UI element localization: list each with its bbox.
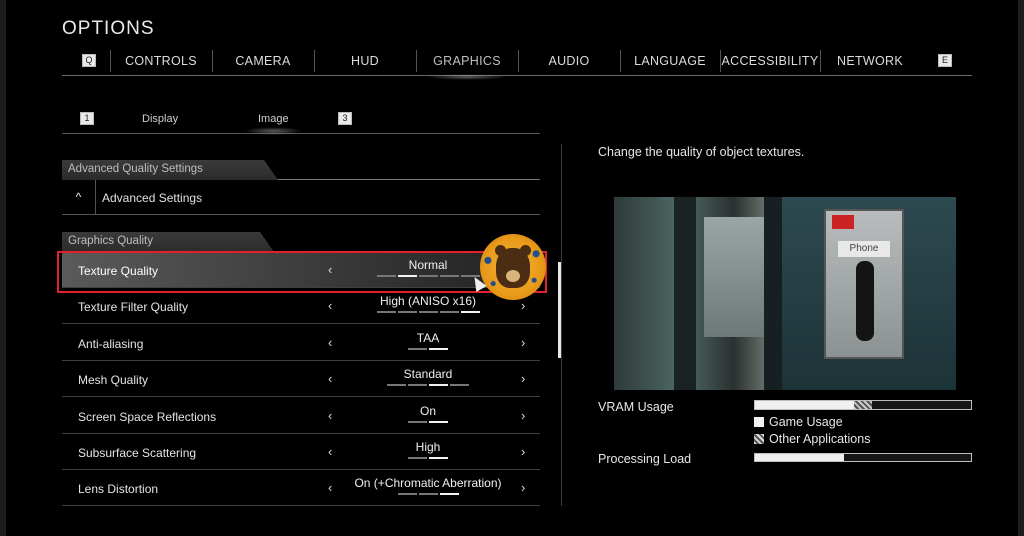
level-segment	[418, 311, 438, 314]
level-segment	[429, 420, 448, 423]
advanced-quality-section-header: Advanced Quality Settings	[62, 160, 540, 180]
right-frame-edge	[1018, 0, 1024, 536]
tab-hud[interactable]: HUD	[314, 50, 416, 72]
chevron-right-icon[interactable]: ›	[521, 408, 525, 423]
chevron-right-icon[interactable]: ›	[521, 298, 525, 313]
hatched-swatch-icon	[754, 434, 764, 444]
setting-label: Lens Distortion	[78, 482, 159, 497]
chevron-right-icon[interactable]: ›	[521, 444, 525, 459]
preview-payphone: Phone	[824, 209, 904, 359]
level-segment	[418, 493, 438, 496]
next-subtab-key[interactable]: 3	[338, 112, 352, 125]
level-segment	[397, 311, 417, 314]
processing-fill	[755, 454, 844, 461]
level-segment	[429, 457, 448, 459]
setting-label: Anti-aliasing	[78, 336, 144, 351]
setting-value: On	[419, 403, 436, 418]
page-title: OPTIONS	[62, 18, 155, 39]
level-indicator	[397, 493, 459, 496]
advanced-settings-label: Advanced Settings	[102, 191, 203, 205]
section-title: Graphics Quality	[62, 232, 274, 252]
vram-usage-meter	[754, 400, 972, 410]
chevron-right-icon[interactable]: ›	[521, 335, 525, 350]
level-segment	[408, 347, 427, 350]
level-segment	[376, 311, 396, 314]
tab-controls[interactable]: CONTROLS	[110, 50, 212, 72]
legend-label: Game Usage	[769, 415, 843, 429]
preview-frame-post	[674, 197, 696, 390]
preview-phone-sign: Phone	[838, 241, 890, 257]
tab-network[interactable]: NETWORK	[820, 50, 920, 72]
processing-load-label: Processing Load	[598, 452, 692, 466]
setting-value: Standard	[403, 367, 453, 382]
graphics-quality-section-header: Graphics Quality	[62, 232, 540, 252]
legend-other-applications: Other Applications	[754, 432, 870, 446]
level-segment	[408, 384, 427, 387]
setting-description: Change the quality of object textures.	[598, 145, 805, 159]
setting-label: Subsurface Scattering	[78, 446, 197, 460]
setting-value: On (+Chromatic Aberration)	[354, 476, 502, 491]
legend-game-usage: Game Usage	[754, 415, 843, 429]
level-indicator	[408, 457, 448, 459]
level-segment	[429, 384, 448, 387]
texture-preview-image: Phone	[614, 197, 956, 390]
level-segment	[408, 457, 427, 459]
tab-audio[interactable]: AUDIO	[518, 50, 620, 72]
setting-label: Screen Space Reflections	[78, 409, 217, 424]
tab-accessibility[interactable]: ACCESSIBILITY	[720, 50, 820, 72]
bear-head	[496, 248, 530, 288]
next-tab-key[interactable]: E	[938, 54, 952, 67]
preview-receiver	[856, 261, 874, 341]
level-indicator	[408, 347, 448, 350]
level-indicator	[408, 420, 448, 423]
advanced-settings-row[interactable]: ^ Advanced Settings	[62, 180, 540, 215]
preview-red-sign	[832, 215, 854, 229]
subtab-image[interactable]: Image	[244, 113, 302, 135]
setting-value: TAA	[416, 330, 440, 345]
sub-tab-bar: 1 Display Image 3	[62, 108, 540, 135]
setting-value: High	[415, 440, 441, 454]
section-title: Advanced Quality Settings	[62, 160, 278, 180]
panel-divider	[561, 144, 562, 506]
level-segment	[450, 384, 469, 387]
level-segment	[397, 493, 417, 496]
setting-label: Mesh Quality	[78, 373, 149, 388]
setting-row[interactable]: Screen Space Reflections ‹ On ›	[62, 398, 540, 434]
main-tab-bar: Q CONTROLS CAMERA HUD GRAPHICS AUDIO LAN…	[62, 46, 972, 80]
preview-frame-post	[764, 197, 782, 390]
prev-tab-key[interactable]: Q	[82, 54, 96, 67]
setting-row[interactable]: Lens Distortion ‹ On (+Chromatic Aberratio…	[62, 470, 540, 507]
setting-row[interactable]: Mesh Quality ‹ Standard ›	[62, 361, 540, 398]
setting-label: Texture Filter Quality	[78, 300, 189, 315]
level-segment	[460, 311, 480, 314]
tab-language[interactable]: LANGUAGE	[620, 50, 720, 72]
setting-row[interactable]: Anti-aliasing ‹ TAA ›	[62, 325, 540, 361]
level-segment	[439, 493, 459, 496]
setting-row[interactable]: Texture Filter Quality ‹ High (ANISO x16) ›	[62, 288, 540, 325]
subtab-display[interactable]: Display	[142, 113, 178, 125]
vram-game-fill	[755, 401, 855, 409]
bear-logo-badge	[480, 234, 546, 300]
level-segment	[429, 347, 448, 350]
level-indicator	[387, 384, 469, 387]
level-segment	[408, 420, 427, 423]
legend-label: Other Applications	[769, 432, 871, 446]
solid-swatch-icon	[754, 417, 764, 427]
level-segment	[387, 384, 406, 387]
chevron-up-icon[interactable]: ^	[62, 180, 96, 215]
chevron-right-icon[interactable]: ›	[521, 480, 525, 495]
left-frame-edge	[0, 0, 6, 536]
bear-snout	[506, 270, 520, 282]
tab-camera[interactable]: CAMERA	[212, 50, 314, 72]
setting-row[interactable]: Subsurface Scattering ‹ High ›	[62, 434, 540, 470]
level-indicator	[376, 311, 480, 314]
tab-graphics[interactable]: GRAPHICS	[416, 50, 518, 80]
prev-subtab-key[interactable]: 1	[80, 112, 94, 125]
processing-load-meter	[754, 453, 972, 462]
chevron-right-icon[interactable]: ›	[521, 371, 525, 386]
level-segment	[439, 311, 459, 314]
vram-usage-label: VRAM Usage	[598, 400, 674, 414]
vram-other-fill	[854, 401, 872, 409]
